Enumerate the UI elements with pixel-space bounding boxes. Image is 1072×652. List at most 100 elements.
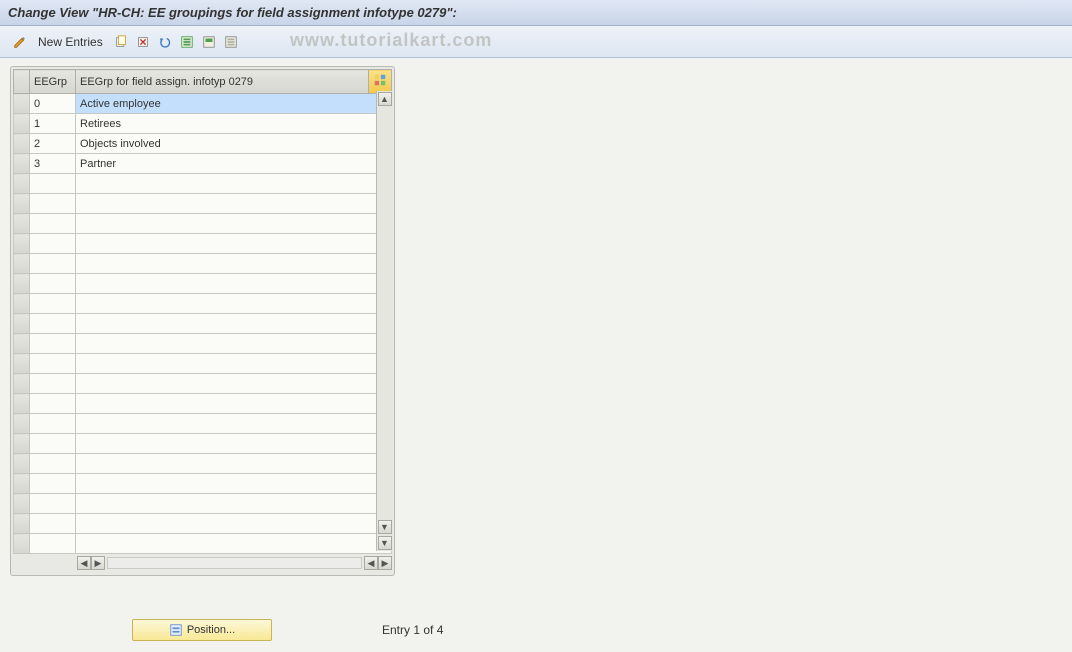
eegrp-cell[interactable] (30, 534, 76, 554)
row-selector[interactable] (14, 334, 30, 354)
desc-input[interactable] (76, 434, 391, 453)
desc-cell[interactable] (76, 334, 392, 354)
desc-input[interactable] (76, 114, 391, 133)
eegrp-input[interactable] (30, 314, 75, 333)
desc-input[interactable] (76, 94, 391, 113)
desc-cell[interactable] (76, 494, 392, 514)
hscroll-track[interactable] (107, 557, 362, 569)
eegrp-input[interactable] (30, 534, 75, 553)
eegrp-input[interactable] (30, 494, 75, 513)
desc-input[interactable] (76, 394, 391, 413)
desc-cell[interactable] (76, 434, 392, 454)
row-selector[interactable] (14, 154, 30, 174)
eegrp-cell[interactable] (30, 234, 76, 254)
eegrp-input[interactable] (30, 194, 75, 213)
row-selector[interactable] (14, 394, 30, 414)
eegrp-input[interactable] (30, 334, 75, 353)
desc-cell[interactable] (76, 514, 392, 534)
desc-cell[interactable] (76, 154, 392, 174)
desc-input[interactable] (76, 374, 391, 393)
scroll-up-icon[interactable]: ▲ (378, 92, 392, 106)
row-selector[interactable] (14, 314, 30, 334)
copy-icon[interactable] (111, 32, 131, 52)
desc-input[interactable] (76, 314, 391, 333)
eegrp-cell[interactable] (30, 254, 76, 274)
eegrp-input[interactable] (30, 294, 75, 313)
scroll-right-icon[interactable]: ◀ (364, 556, 378, 570)
row-selector[interactable] (14, 134, 30, 154)
row-selector[interactable] (14, 114, 30, 134)
row-selector[interactable] (14, 454, 30, 474)
desc-input[interactable] (76, 254, 391, 273)
select-all-header[interactable] (14, 70, 30, 94)
row-selector[interactable] (14, 254, 30, 274)
eegrp-cell[interactable] (30, 354, 76, 374)
desc-input[interactable] (76, 474, 391, 493)
row-selector[interactable] (14, 94, 30, 114)
col-header-desc[interactable]: EEGrp for field assign. infotyp 0279 (76, 70, 369, 94)
row-selector[interactable] (14, 534, 30, 554)
eegrp-input[interactable] (30, 274, 75, 293)
new-entries-button[interactable]: New Entries (32, 33, 109, 51)
col-header-eegrp[interactable]: EEGrp (30, 70, 76, 94)
scroll-left-icon[interactable]: ▶ (91, 556, 105, 570)
desc-input[interactable] (76, 494, 391, 513)
desc-input[interactable] (76, 514, 391, 533)
eegrp-input[interactable] (30, 414, 75, 433)
eegrp-input[interactable] (30, 454, 75, 473)
select-block-icon[interactable] (199, 32, 219, 52)
desc-input[interactable] (76, 154, 391, 173)
eegrp-cell[interactable] (30, 514, 76, 534)
deselect-all-icon[interactable] (221, 32, 241, 52)
scroll-right-end-icon[interactable]: ▶ (378, 556, 392, 570)
desc-cell[interactable] (76, 254, 392, 274)
desc-cell[interactable] (76, 374, 392, 394)
eegrp-input[interactable] (30, 374, 75, 393)
eegrp-cell[interactable] (30, 394, 76, 414)
desc-input[interactable] (76, 174, 391, 193)
row-selector[interactable] (14, 374, 30, 394)
delete-icon[interactable] (133, 32, 153, 52)
eegrp-input[interactable] (30, 114, 75, 133)
desc-cell[interactable] (76, 114, 392, 134)
scroll-bottom-icon[interactable]: ▼ (378, 536, 392, 550)
toggle-change-icon[interactable] (10, 32, 30, 52)
desc-input[interactable] (76, 334, 391, 353)
eegrp-cell[interactable] (30, 194, 76, 214)
desc-input[interactable] (76, 414, 391, 433)
desc-input[interactable] (76, 454, 391, 473)
desc-input[interactable] (76, 234, 391, 253)
eegrp-cell[interactable] (30, 294, 76, 314)
row-selector[interactable] (14, 274, 30, 294)
eegrp-cell[interactable] (30, 274, 76, 294)
row-selector[interactable] (14, 414, 30, 434)
eegrp-input[interactable] (30, 134, 75, 153)
desc-cell[interactable] (76, 534, 392, 554)
eegrp-input[interactable] (30, 434, 75, 453)
eegrp-input[interactable] (30, 254, 75, 273)
desc-cell[interactable] (76, 354, 392, 374)
eegrp-cell[interactable] (30, 374, 76, 394)
eegrp-input[interactable] (30, 174, 75, 193)
row-selector[interactable] (14, 214, 30, 234)
row-selector[interactable] (14, 494, 30, 514)
eegrp-input[interactable] (30, 214, 75, 233)
eegrp-cell[interactable] (30, 494, 76, 514)
row-selector[interactable] (14, 354, 30, 374)
eegrp-cell[interactable] (30, 474, 76, 494)
row-selector[interactable] (14, 234, 30, 254)
eegrp-input[interactable] (30, 154, 75, 173)
desc-input[interactable] (76, 274, 391, 293)
eegrp-input[interactable] (30, 354, 75, 373)
desc-input[interactable] (76, 354, 391, 373)
position-button[interactable]: Position... (132, 619, 272, 641)
select-all-icon[interactable] (177, 32, 197, 52)
desc-cell[interactable] (76, 414, 392, 434)
horizontal-scrollbar[interactable]: ◀ ▶ ◀ ▶ (13, 555, 392, 573)
desc-input[interactable] (76, 134, 391, 153)
eegrp-cell[interactable] (30, 334, 76, 354)
eegrp-cell[interactable] (30, 134, 76, 154)
desc-cell[interactable] (76, 134, 392, 154)
scroll-left-start-icon[interactable]: ◀ (77, 556, 91, 570)
desc-cell[interactable] (76, 294, 392, 314)
